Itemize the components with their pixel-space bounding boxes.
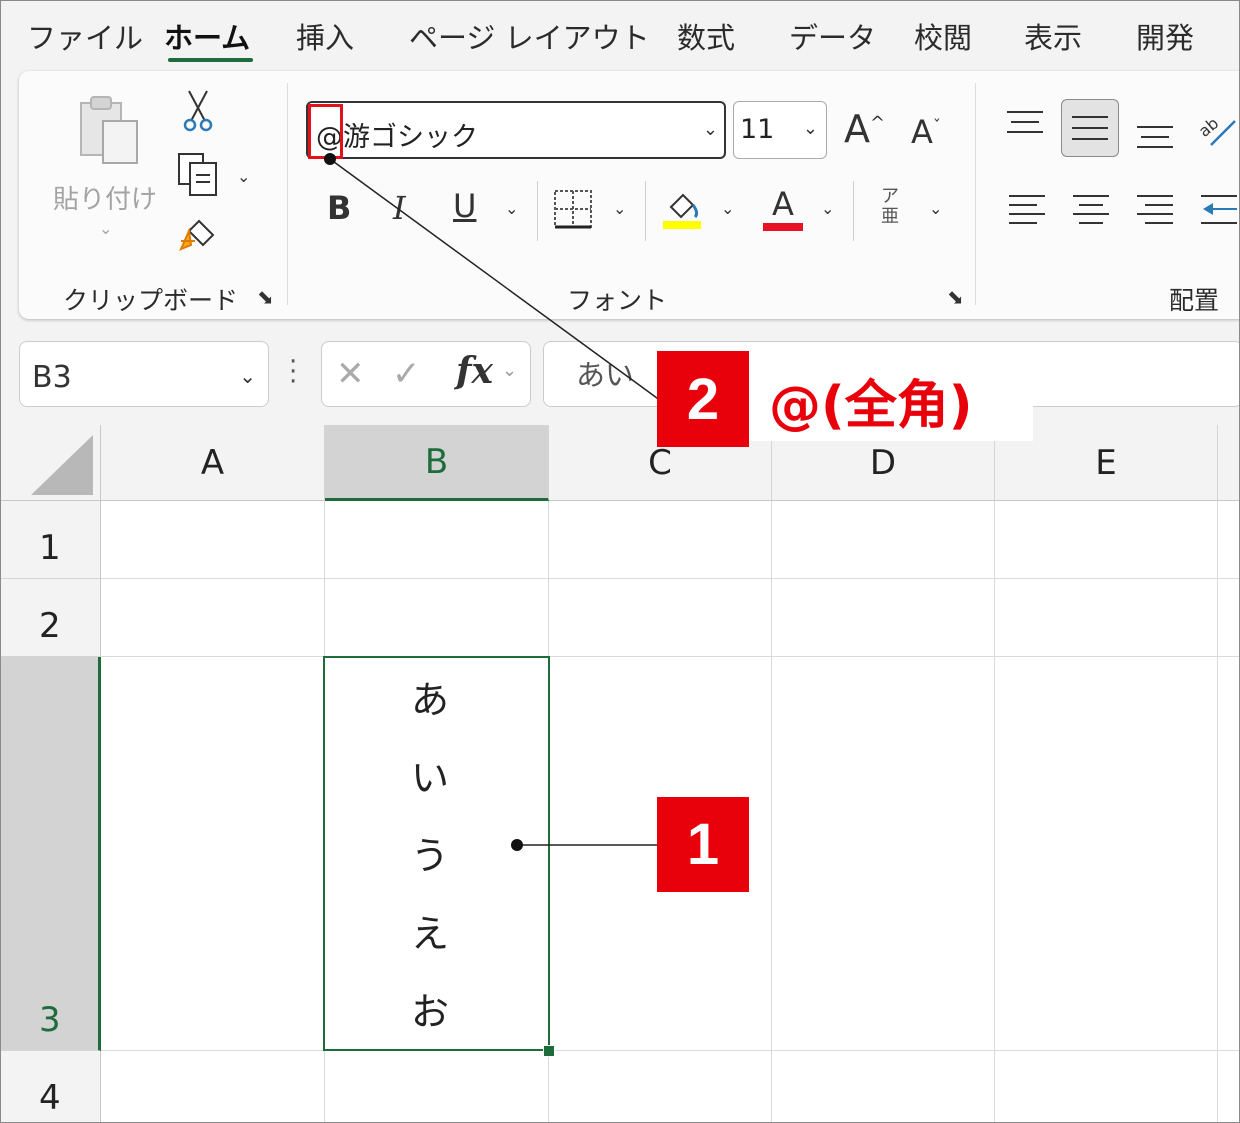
tab-data[interactable]: データ xyxy=(789,15,876,57)
more-options-icon[interactable]: · · · xyxy=(289,349,297,395)
column-header-b[interactable]: B xyxy=(325,425,549,501)
cell-char: あ xyxy=(411,678,450,722)
align-middle-icon[interactable] xyxy=(1061,99,1119,157)
phonetic-guide-icon[interactable]: ア 亜 xyxy=(877,187,903,227)
tab-page-layout[interactable]: ページ レイアウト xyxy=(409,15,650,57)
format-painter-icon[interactable] xyxy=(177,215,221,259)
decrease-font-size-button[interactable]: Aˇ xyxy=(911,113,941,151)
paste-label[interactable]: 貼り付け xyxy=(53,179,157,216)
italic-button[interactable]: I xyxy=(393,189,406,227)
increase-font-size-button[interactable]: A^ xyxy=(844,107,885,151)
font-size-combobox[interactable]: 11 ⌄ xyxy=(733,101,827,159)
column-header-a[interactable]: A xyxy=(101,425,325,501)
font-separator xyxy=(645,181,646,241)
font-launcher-icon[interactable]: ⬊ xyxy=(947,285,964,309)
annotation-callout-2: @(全角) xyxy=(749,351,1033,441)
cell-char: え xyxy=(411,912,450,956)
callout-text: @(全角) xyxy=(769,376,973,436)
decrease-indent-icon[interactable] xyxy=(1199,193,1239,227)
font-color-dropdown-icon[interactable]: ⌄ xyxy=(821,199,834,218)
name-box-value: B3 xyxy=(32,360,72,395)
column-header-f[interactable] xyxy=(1218,425,1239,501)
paste-icon[interactable] xyxy=(73,93,147,167)
borders-icon[interactable] xyxy=(553,189,593,229)
font-size-dropdown-icon[interactable]: ⌄ xyxy=(803,118,818,139)
row-header-4[interactable]: 4 xyxy=(1,1051,101,1122)
align-top-icon[interactable] xyxy=(1005,109,1045,139)
alignment-group-label: 配置 xyxy=(1169,286,1220,315)
row-header-2[interactable]: 2 xyxy=(1,579,101,657)
cut-icon[interactable] xyxy=(181,89,215,133)
active-tab-indicator xyxy=(168,58,253,62)
tab-formulas[interactable]: 数式 xyxy=(677,15,735,57)
font-color-icon[interactable]: A xyxy=(763,185,803,231)
fill-handle[interactable] xyxy=(543,1045,555,1057)
gridline xyxy=(101,1050,1239,1051)
tab-review[interactable]: 校閲 xyxy=(914,15,972,57)
tab-insert[interactable]: 挿入 xyxy=(296,15,354,57)
underline-button[interactable]: U xyxy=(453,187,476,225)
menu-tabs: ファイル ホーム 挿入 ページ レイアウト 数式 データ 校閲 表示 開発 xyxy=(1,1,1239,67)
formula-controls: ✕ ✓ fx ⌄ xyxy=(321,341,531,407)
row-header-1[interactable]: 1 xyxy=(1,501,101,579)
gridline xyxy=(101,578,1239,579)
gridline xyxy=(771,501,772,1122)
ribbon-separator xyxy=(287,83,288,305)
enter-icon[interactable]: ✓ xyxy=(392,354,421,394)
cell-char: お xyxy=(411,990,450,1034)
align-left-icon[interactable] xyxy=(1007,193,1047,227)
clipboard-launcher-icon[interactable]: ⬊ xyxy=(257,285,274,309)
copy-dropdown-icon[interactable]: ⌄ xyxy=(237,167,250,186)
cell-char: い xyxy=(411,756,450,800)
at-sign-highlight xyxy=(308,104,343,159)
gridline xyxy=(1217,501,1218,1122)
font-separator xyxy=(853,181,854,241)
fill-color-icon[interactable] xyxy=(661,187,703,231)
tab-home[interactable]: ホーム xyxy=(164,15,250,57)
phonetic-dropdown-icon[interactable]: ⌄ xyxy=(929,199,942,218)
gridline xyxy=(994,501,995,1122)
font-separator xyxy=(537,181,538,241)
font-color-bar xyxy=(763,223,803,231)
row-header-3[interactable]: 3 xyxy=(1,657,101,1051)
name-box-dropdown-icon[interactable]: ⌄ xyxy=(239,364,256,388)
bold-button[interactable]: B xyxy=(327,189,351,227)
align-right-icon[interactable] xyxy=(1135,193,1175,227)
select-all-button[interactable] xyxy=(1,425,101,501)
align-center-icon[interactable] xyxy=(1071,193,1111,227)
fx-dropdown-icon[interactable]: ⌄ xyxy=(502,360,517,381)
cell-char: う xyxy=(411,834,450,878)
step-badge-2: 2 xyxy=(657,351,749,447)
align-bottom-icon[interactable] xyxy=(1135,121,1175,151)
tab-developer[interactable]: 開発 xyxy=(1136,15,1194,57)
name-box[interactable]: B3 ⌄ xyxy=(19,341,269,407)
tab-file[interactable]: ファイル xyxy=(27,15,143,57)
font-group-label: フォント xyxy=(567,286,668,315)
font-name-dropdown-icon[interactable]: ⌄ xyxy=(703,119,718,140)
copy-icon[interactable] xyxy=(176,151,220,197)
cancel-icon[interactable]: ✕ xyxy=(336,354,365,394)
fill-color-dropdown-icon[interactable]: ⌄ xyxy=(721,199,734,218)
orientation-icon[interactable]: ab xyxy=(1197,109,1237,149)
borders-dropdown-icon[interactable]: ⌄ xyxy=(613,199,626,218)
step-badge-1: 1 xyxy=(657,797,749,892)
gridline xyxy=(101,656,1239,657)
insert-function-icon[interactable]: fx xyxy=(456,350,493,392)
font-size-value: 11 xyxy=(740,114,775,145)
tab-view[interactable]: 表示 xyxy=(1024,15,1082,57)
font-name-combobox[interactable]: @游ゴシック ⌄ xyxy=(306,101,726,159)
excel-window: ファイル ホーム 挿入 ページ レイアウト 数式 データ 校閲 表示 開発 貼り… xyxy=(0,0,1240,1123)
spreadsheet-grid: A B C D E 1 2 3 4 あ い う え お xyxy=(1,425,1239,1122)
clipboard-group-label: クリップボード xyxy=(63,286,239,315)
paste-dropdown-icon[interactable]: ⌄ xyxy=(99,219,112,238)
ribbon-separator xyxy=(975,83,976,305)
underline-dropdown-icon[interactable]: ⌄ xyxy=(505,199,518,218)
formula-content: あい xyxy=(576,358,635,392)
